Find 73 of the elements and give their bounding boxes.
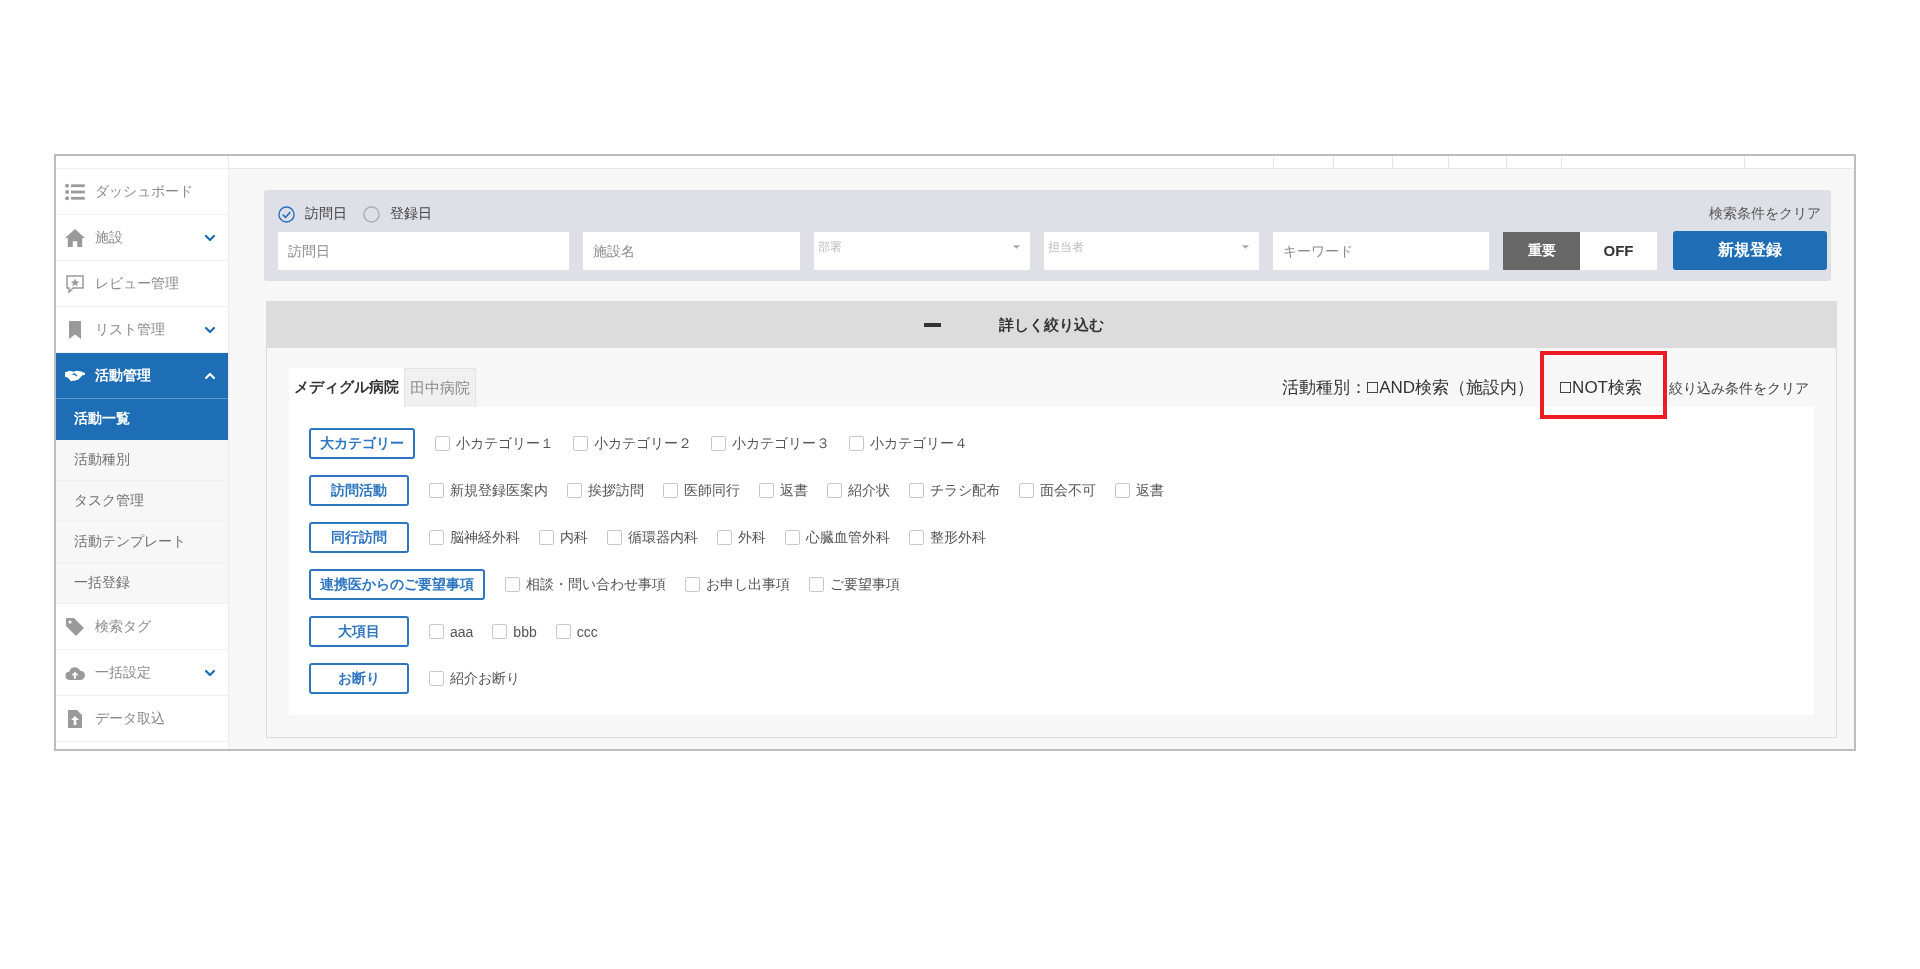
caret-icon bbox=[1013, 244, 1020, 249]
tag-icon bbox=[65, 617, 85, 636]
sidebar-subitem[interactable]: 活動種別 bbox=[56, 440, 228, 481]
sidebar-item[interactable]: レビュー管理 bbox=[56, 261, 228, 307]
category-button[interactable]: 連携医からのご要望事項 bbox=[309, 569, 485, 600]
checkbox-label: 紹介状 bbox=[848, 481, 890, 500]
checkbox-label: 面会不可 bbox=[1040, 481, 1096, 500]
sidebar-item[interactable]: 活動管理 bbox=[56, 353, 228, 399]
radio-label: 登録日 bbox=[390, 205, 432, 223]
sidebar-item[interactable]: 一括設定 bbox=[56, 650, 228, 696]
category-button[interactable]: 大項目 bbox=[309, 616, 409, 647]
collapse-header[interactable]: 詳しく絞り込む bbox=[267, 302, 1836, 348]
checkbox-label: 返書 bbox=[1136, 481, 1164, 500]
toggle-switch[interactable]: 重要 OFF bbox=[1503, 231, 1657, 270]
radio-button[interactable] bbox=[278, 205, 295, 223]
home-icon bbox=[65, 228, 85, 247]
clear-filter-link[interactable]: 絞り込み条件をクリア bbox=[1669, 379, 1809, 398]
category-button[interactable]: 同行訪問 bbox=[309, 522, 409, 553]
category-button[interactable]: 訪問活動 bbox=[309, 475, 409, 506]
clear-search-link[interactable]: 検索条件をクリア bbox=[1709, 205, 1821, 223]
radio-label: 訪問日 bbox=[305, 205, 347, 223]
checkbox-label: 小カテゴリー３ bbox=[732, 434, 830, 453]
dropdown-field[interactable]: 担当者 bbox=[1044, 231, 1259, 270]
toggle-label: 重要 bbox=[1503, 231, 1580, 270]
checkbox-label: AND検索（施設内） bbox=[1379, 377, 1535, 399]
checkbox-label: 小カテゴリー１ bbox=[456, 434, 554, 453]
dropdown-field[interactable]: 部署 bbox=[814, 231, 1030, 270]
checkbox-label: 挨拶訪問 bbox=[588, 481, 644, 500]
checkbox-label: 脳神経外科 bbox=[450, 528, 520, 547]
input-field[interactable]: キーワード bbox=[1273, 231, 1489, 270]
tab[interactable]: 田中病院 bbox=[404, 368, 476, 407]
list-icon bbox=[65, 182, 85, 201]
sidebar-subitem[interactable]: タスク管理 bbox=[56, 481, 228, 522]
category-button[interactable]: 大カテゴリー bbox=[309, 428, 415, 459]
checkbox-label: 小カテゴリー２ bbox=[594, 434, 692, 453]
input-field[interactable]: 施設名 bbox=[583, 231, 800, 270]
checkbox-label: 返書 bbox=[780, 481, 808, 500]
checkbox-label: 循環器内科 bbox=[628, 528, 698, 547]
star-speech-bubble-icon bbox=[65, 274, 85, 293]
checkbox-label: 内科 bbox=[560, 528, 588, 547]
sidebar-item[interactable]: ダッシュボード bbox=[56, 169, 228, 215]
checkbox-label: ccc bbox=[576, 623, 598, 640]
checkbox-label: 小カテゴリー４ bbox=[870, 434, 968, 453]
checkbox-label: ご要望事項 bbox=[830, 575, 900, 594]
checkbox-label: 医師同行 bbox=[684, 481, 740, 500]
sidebar-item[interactable]: データ取込 bbox=[56, 696, 228, 742]
sidebar-subitem[interactable]: 一括登録 bbox=[56, 563, 228, 604]
sidebar-subitem[interactable]: 活動テンプレート bbox=[56, 522, 228, 563]
checkbox-label: NOT検索 bbox=[1572, 377, 1642, 399]
checkbox-label: お申し出事項 bbox=[706, 575, 790, 594]
sidebar-subitem[interactable]: 活動一覧 bbox=[56, 399, 228, 440]
sidebar-item[interactable]: 施設 bbox=[56, 215, 228, 261]
category-button[interactable]: お断り bbox=[309, 663, 409, 694]
input-field[interactable]: 訪問日 bbox=[278, 231, 569, 270]
checkbox[interactable] bbox=[1367, 382, 1379, 393]
checkbox[interactable] bbox=[1560, 382, 1572, 393]
radio-button[interactable] bbox=[363, 205, 380, 223]
checkbox-label: 相談・問い合わせ事項 bbox=[526, 575, 666, 594]
checkbox-label: チラシ配布 bbox=[930, 481, 1000, 500]
checkbox-label: 紹介お断り bbox=[450, 669, 520, 688]
checkbox-label: aaa bbox=[450, 623, 474, 640]
caret-icon bbox=[1242, 244, 1249, 249]
checkbox-label: bbb bbox=[513, 623, 537, 640]
checkbox-label: 外科 bbox=[738, 528, 766, 547]
checkbox-label: 新規登録医案内 bbox=[450, 481, 548, 500]
checkbox-label: 整形外科 bbox=[930, 528, 986, 547]
tab[interactable]: メディグル病院 bbox=[289, 368, 404, 407]
checkbox-label: 心臓血管外科 bbox=[806, 528, 890, 547]
sidebar-item[interactable]: 検索タグ bbox=[56, 604, 228, 650]
toggle-state: OFF bbox=[1580, 231, 1657, 270]
filter-label: 活動種別： bbox=[1282, 377, 1368, 399]
register-button[interactable]: 新規登録 bbox=[1673, 231, 1827, 270]
file-upload-icon bbox=[65, 709, 85, 728]
